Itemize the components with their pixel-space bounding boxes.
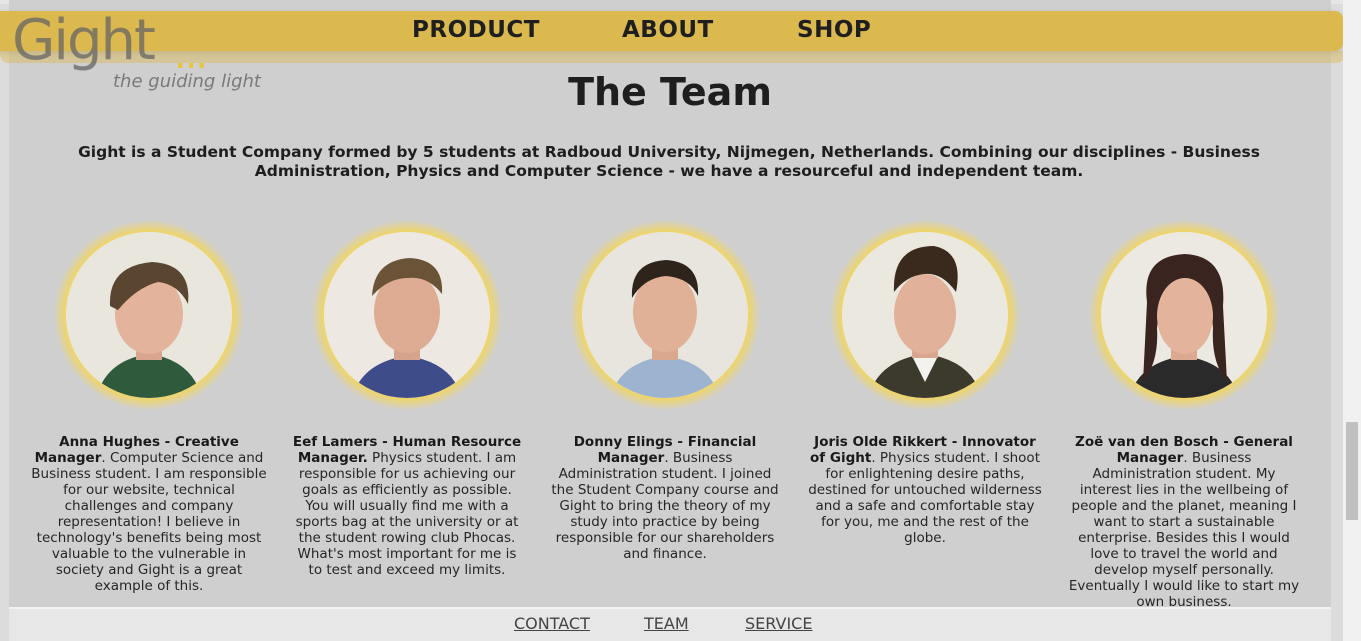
footer-service-link[interactable]: SERVICE — [745, 614, 812, 633]
logo-wordmark: Gight — [12, 8, 156, 73]
scrollbar-thumb[interactable] — [1346, 422, 1358, 520]
member-description: Business Administration student. My inte… — [1068, 450, 1300, 610]
member-bio: Joris Olde Rikkert - Innovator of Gight.… — [807, 434, 1043, 546]
member-description: Business Administration student. I joine… — [551, 450, 779, 562]
footer-contact-link[interactable]: CONTACT — [514, 614, 590, 633]
footer-team-link[interactable]: TEAM — [644, 614, 689, 633]
avatar-ring — [1089, 220, 1279, 410]
avatar-ring — [830, 220, 1020, 410]
member-photo-donny — [582, 232, 748, 398]
nav-about-link[interactable]: ABOUT — [622, 17, 714, 43]
member-bio: Eef Lamers - Human Resource Manager. Phy… — [289, 434, 525, 578]
footer-divider — [9, 607, 1331, 609]
team-intro: Gight is a Student Company formed by 5 s… — [78, 143, 1260, 180]
member-bio: Donny Elings - Financial Manager. Busine… — [547, 434, 783, 562]
avatar-ring — [312, 220, 502, 410]
nav-shop-link[interactable]: SHOP — [797, 17, 871, 43]
member-bio: Anna Hughes - Creative Manager. Computer… — [31, 434, 267, 594]
member-description: Computer Science and Business student. I… — [31, 450, 267, 594]
member-description: Physics student. I am responsible for us… — [295, 450, 519, 578]
member-photo-zoe — [1101, 232, 1267, 398]
avatar-ring — [54, 220, 244, 410]
member-photo-joris — [842, 232, 1008, 398]
member-photo-eef — [324, 232, 490, 398]
member-bio: Zoë van den Bosch - General Manager. Bus… — [1066, 434, 1302, 610]
page-title: The Team — [568, 70, 772, 114]
member-photo-anna — [66, 232, 232, 398]
avatar-ring — [570, 220, 760, 410]
vertical-scrollbar[interactable] — [1343, 0, 1361, 641]
nav-product-link[interactable]: PRODUCT — [412, 17, 540, 43]
